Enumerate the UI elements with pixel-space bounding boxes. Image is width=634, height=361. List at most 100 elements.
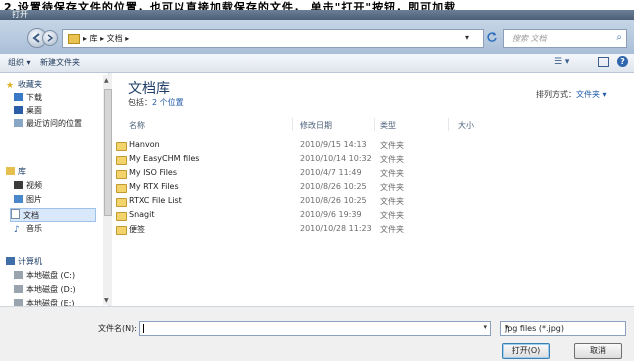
dialog-footer: 文件名(N): ▾ jpg files (*.jpg) ▾ 打开(O) 取消: [0, 306, 634, 361]
file-row[interactable]: My EasyCHM files 2010/10/14 10:32 文件夹: [112, 154, 634, 167]
sidebar-item-label: 本地磁盘 (C:): [26, 271, 76, 280]
column-divider[interactable]: [374, 118, 375, 131]
sidebar-item-drive-c[interactable]: 本地磁盘 (C:): [14, 270, 75, 282]
file-type: 文件夹: [380, 183, 404, 192]
sidebar-item-label: 图片: [26, 195, 42, 204]
library-subtitle-prefix: 包括：: [128, 98, 152, 107]
star-icon: ★: [6, 81, 15, 91]
locations-link[interactable]: 2 个位置: [152, 98, 184, 107]
filename-label: 文件名(N):: [98, 324, 137, 333]
sidebar-item-label: 最近访问的位置: [26, 119, 82, 128]
library-icon: [6, 167, 15, 175]
column-header-name[interactable]: 名称: [129, 120, 145, 131]
scroll-up-icon[interactable]: ▲: [104, 77, 109, 84]
document-icon: [11, 209, 20, 219]
sidebar-item-downloads[interactable]: 下载: [14, 92, 42, 104]
video-icon: [14, 181, 23, 189]
search-icon[interactable]: ⌕: [616, 32, 622, 43]
file-type: 文件夹: [380, 197, 404, 206]
command-bar: 组织 ▾ 新建文件夹 ☰ ▾ ?: [0, 54, 634, 73]
forward-arrow-icon: [47, 34, 54, 42]
sidebar-item-videos[interactable]: 视频: [14, 180, 42, 192]
cancel-button[interactable]: 取消: [574, 343, 622, 359]
folder-icon: [116, 184, 127, 193]
drive-icon: [14, 271, 23, 279]
file-row[interactable]: My ISO Files 2010/4/7 11:49 文件夹: [112, 168, 634, 181]
file-row[interactable]: 便签 2010/10/28 11:23 文件夹: [112, 224, 634, 237]
file-type: 文件夹: [380, 169, 404, 178]
search-placeholder: 搜索 文档: [512, 34, 547, 43]
file-date: 2010/4/7 11:49: [300, 168, 362, 177]
file-row[interactable]: Hanvon 2010/9/15 14:13 文件夹: [112, 140, 634, 153]
sidebar-item-music[interactable]: ♪ 音乐: [14, 223, 42, 235]
sidebar-item-label: 视频: [26, 181, 42, 190]
organize-button[interactable]: 组织 ▾: [8, 57, 31, 68]
sidebar-group-computer[interactable]: 计算机: [6, 256, 42, 268]
arrange-label: 排列方式：: [536, 90, 576, 99]
column-divider[interactable]: [292, 118, 293, 131]
file-name: My ISO Files: [129, 168, 178, 177]
sidebar-item-recent[interactable]: 最近访问的位置: [14, 118, 82, 130]
sidebar-item-label: 桌面: [26, 106, 42, 115]
sidebar-group-libraries[interactable]: 库: [6, 166, 26, 178]
navigation-bar: ▸ 库 ▸ 文档 ▸ ▾ 搜索 文档 ⌕: [0, 20, 634, 54]
scrollbar-thumb[interactable]: [104, 89, 112, 216]
drive-icon: [14, 285, 23, 293]
file-type: 文件夹: [380, 211, 404, 220]
address-dropdown-icon[interactable]: ▾: [465, 33, 469, 42]
file-list-pane: 文档库 包括：2 个位置 排列方式：文件夹 ▾ 名称 修改日期 类型 大小 Ha…: [112, 73, 634, 306]
sidebar-item-label: 音乐: [26, 224, 42, 233]
arrange-dropdown[interactable]: 文件夹 ▾: [576, 90, 607, 99]
column-header-type[interactable]: 类型: [380, 120, 396, 131]
sidebar-item-label: 文档: [23, 211, 39, 220]
file-row[interactable]: RTXC File List 2010/8/26 10:25 文件夹: [112, 196, 634, 209]
sidebar-group-favorites[interactable]: ★ 收藏夹: [6, 79, 42, 91]
music-icon: ♪: [14, 225, 20, 235]
address-bar[interactable]: ▸ 库 ▸ 文档 ▸ ▾: [62, 29, 484, 48]
sidebar-scrollbar[interactable]: ▲ ▼: [103, 75, 112, 305]
title-bar: 打开: [0, 10, 634, 20]
folder-icon: [116, 212, 127, 221]
picture-icon: [14, 195, 23, 203]
file-date: 2010/8/26 10:25: [300, 182, 367, 191]
view-options-icon[interactable]: ☰ ▾: [554, 57, 569, 67]
sidebar-item-drive-d[interactable]: 本地磁盘 (D:): [14, 284, 76, 296]
file-type-filter[interactable]: jpg files (*.jpg) ▾: [500, 321, 626, 336]
file-row[interactable]: Snagit 2010/9/6 19:39 文件夹: [112, 210, 634, 223]
file-row[interactable]: My RTX Files 2010/8/26 10:25 文件夹: [112, 182, 634, 195]
open-file-dialog: 打开 ▸ 库 ▸ 文档 ▸ ▾ 搜索 文档 ⌕ 组织 ▾ 新建文件夹 ☰ ▾ ?…: [0, 10, 634, 361]
preview-pane-icon[interactable]: [598, 57, 609, 67]
filename-input[interactable]: ▾: [139, 321, 491, 336]
refresh-button[interactable]: [486, 31, 500, 45]
sidebar-item-label: 下载: [26, 93, 42, 102]
file-type: 文件夹: [380, 141, 404, 150]
file-type: 文件夹: [380, 155, 404, 164]
chevron-down-icon[interactable]: ▾: [483, 323, 487, 331]
new-folder-button[interactable]: 新建文件夹: [40, 57, 80, 68]
scroll-down-icon[interactable]: ▼: [104, 297, 109, 304]
file-name: My RTX Files: [129, 182, 179, 191]
file-type: 文件夹: [380, 225, 404, 234]
folder-icon: [116, 170, 127, 179]
chevron-down-icon[interactable]: ▾: [505, 323, 621, 331]
computer-icon: [6, 257, 15, 265]
file-name: 便签: [129, 225, 145, 234]
help-icon[interactable]: ?: [617, 56, 628, 67]
forward-button[interactable]: [42, 30, 58, 46]
column-header-date[interactable]: 修改日期: [300, 120, 332, 131]
sidebar-item-pictures[interactable]: 图片: [14, 194, 42, 206]
sidebar-item-label: 本地磁盘 (D:): [26, 285, 76, 294]
search-box[interactable]: 搜索 文档 ⌕: [503, 29, 627, 48]
folder-icon: [116, 156, 127, 165]
library-subtitle: 包括：2 个位置: [128, 97, 184, 108]
column-divider[interactable]: [448, 118, 449, 131]
file-name: Hanvon: [129, 140, 160, 149]
breadcrumb[interactable]: ▸ 库 ▸ 文档 ▸: [83, 33, 129, 44]
navigation-pane: ★ 收藏夹 下载 桌面 最近访问的位置 库 视频 图片 文档 ♪ 音乐 计算机 本地: [0, 73, 109, 308]
sidebar-item-desktop[interactable]: 桌面: [14, 105, 42, 117]
open-button[interactable]: 打开(O): [502, 343, 550, 359]
sidebar-item-label: 收藏夹: [18, 80, 42, 89]
sidebar-item-documents[interactable]: 文档: [10, 208, 96, 222]
column-header-size[interactable]: 大小: [458, 120, 474, 131]
file-name: Snagit: [129, 210, 155, 219]
